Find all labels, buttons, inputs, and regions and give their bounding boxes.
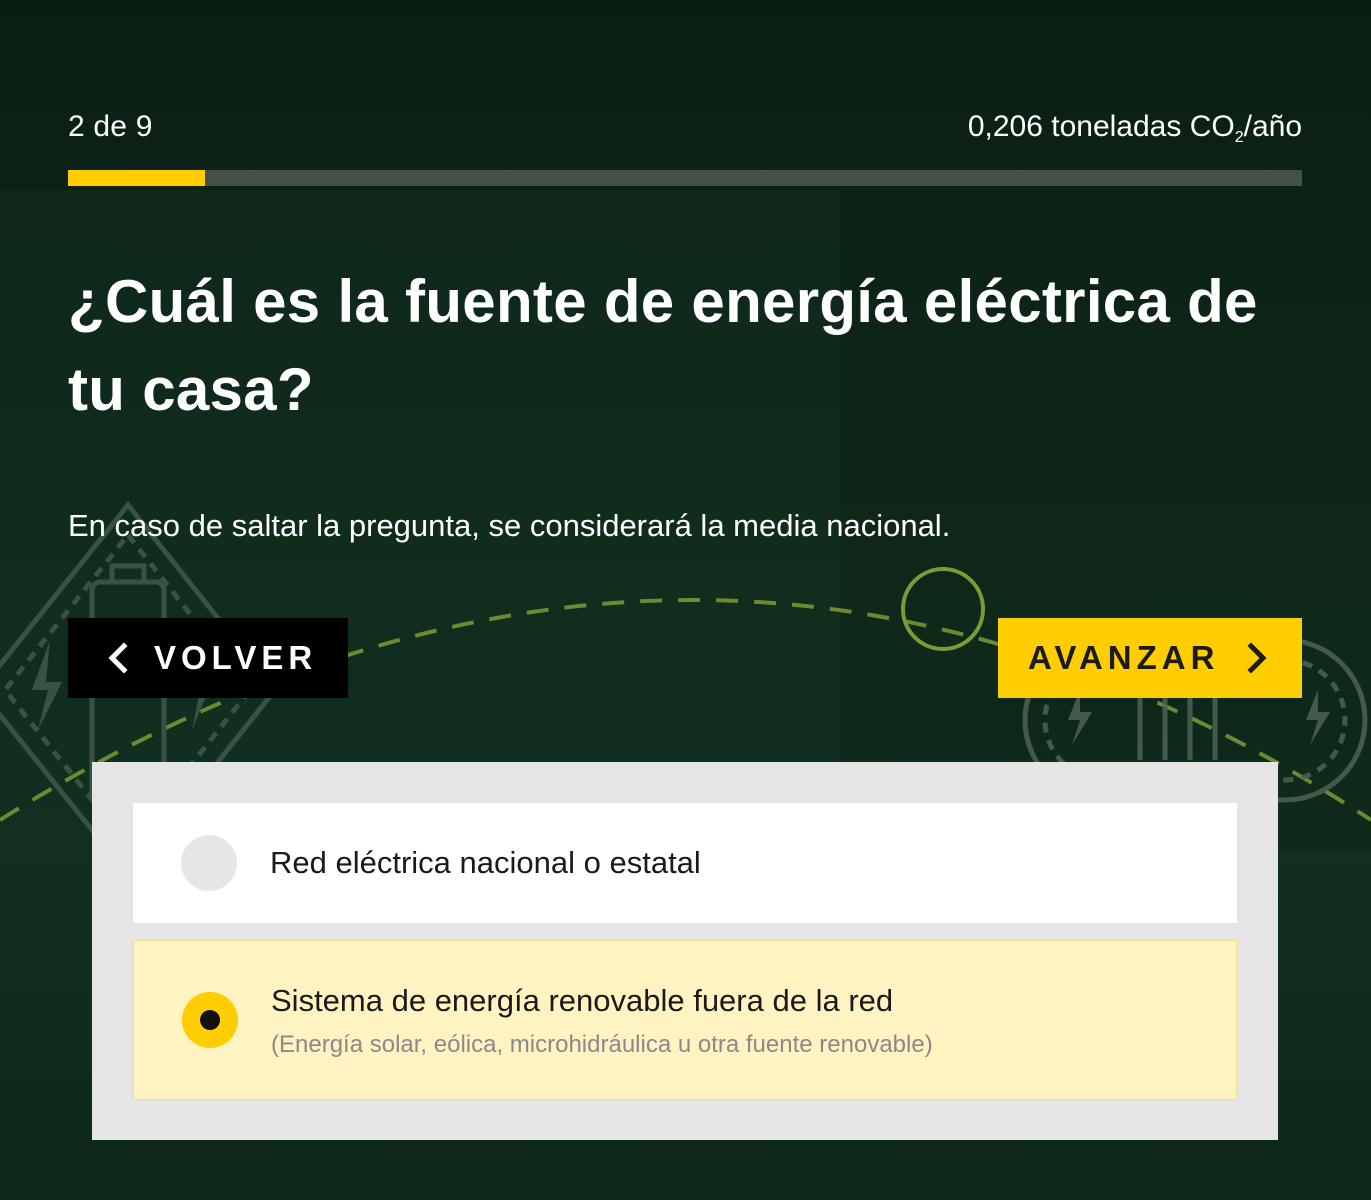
emissions-unit: /año [1243,110,1302,143]
radio-unselected[interactable] [181,835,237,891]
option-national-grid[interactable]: Red eléctrica nacional o estatal [133,803,1237,923]
option-label: Red eléctrica nacional o estatal [270,845,701,880]
option-off-grid-renewable[interactable]: Sistema de energía renovable fuera de la… [133,940,1237,1100]
next-button[interactable]: AVANZAR [998,618,1302,698]
radio-selected[interactable] [182,992,238,1048]
options-panel: Red eléctrica nacional o estatal Sistema… [92,762,1278,1140]
progress-bar-fill [68,170,206,186]
next-button-label: AVANZAR [1028,639,1220,676]
emissions-total: 0,206 toneladas CO2/año [968,110,1302,147]
chevron-left-icon [108,642,128,674]
emissions-subscript: 2 [1234,129,1244,146]
progress-bar [68,170,1302,186]
step-counter: 2 de 9 [68,110,153,143]
question-title: ¿Cuál es la fuente de energía eléctrica … [68,268,1258,423]
progress-header: 2 de 9 0,206 toneladas CO2/año [68,104,1302,154]
radio-dot [200,1010,220,1030]
chevron-right-icon [1247,642,1267,674]
question-hint: En caso de saltar la pregunta, se consid… [68,508,951,543]
back-button-label: VOLVER [154,639,318,676]
emissions-value: 0,206 toneladas CO [967,110,1235,143]
option-sublabel: (Energía solar, eólica, microhidráulica … [271,1031,933,1058]
back-button[interactable]: VOLVER [68,618,348,698]
option-label: Sistema de energía renovable fuera de la… [271,983,894,1018]
